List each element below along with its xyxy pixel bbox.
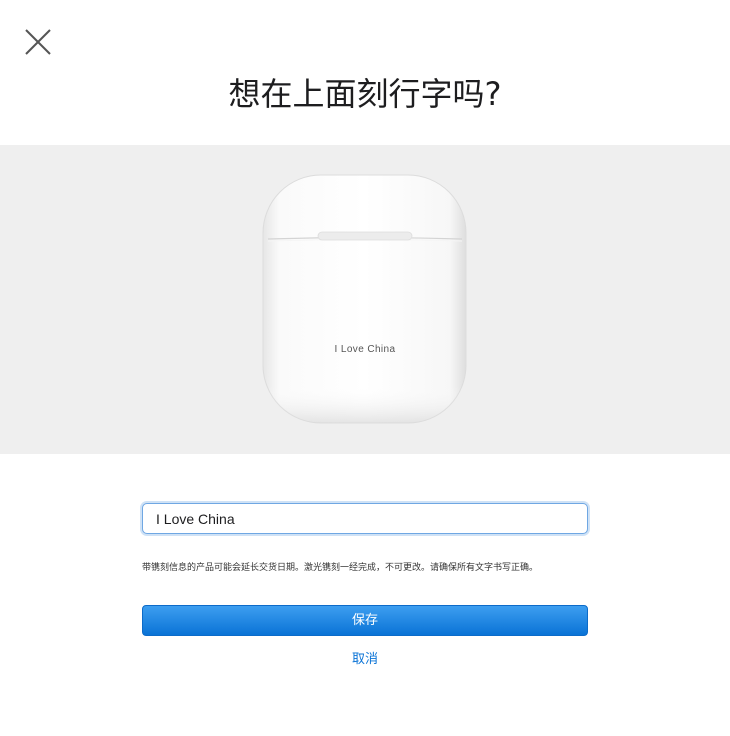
engraving-dialog: 想在上面刻行字吗? I Love China I Love China 带镌刻信… [0, 0, 730, 736]
cancel-link[interactable]: 取消 [0, 651, 730, 669]
save-button[interactable]: 保存 [142, 605, 588, 636]
engraving-input-wrapper [142, 503, 588, 534]
engraving-input[interactable] [143, 504, 587, 533]
airpods-case-image [262, 174, 467, 424]
engraving-notice: 带镌刻信息的产品可能会延长交货日期。激光镌刻一经完成，不可更改。请确保所有文字书… [142, 563, 539, 573]
engraving-preview-text: I Love China [334, 344, 396, 355]
